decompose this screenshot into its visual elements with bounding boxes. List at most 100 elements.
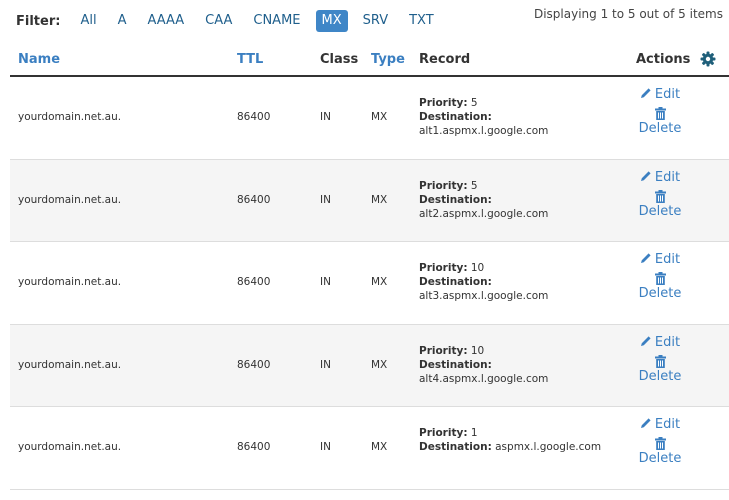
filter-caa[interactable]: CAA [199,10,238,32]
edit-button[interactable]: Edit [630,335,690,351]
filter-bar: Filter: All A AAAA CAA CNAME MX SRV TXT [16,8,449,34]
pencil-icon [640,88,651,98]
destination-label: Destination: [419,358,492,371]
edit-label: Edit [654,252,681,267]
trash-icon [654,272,666,285]
destination-label: Destination: [419,193,492,206]
priority-value: 1 [470,427,478,439]
trash-icon [654,107,666,120]
filter-label: Filter: [16,13,61,29]
filter-mx[interactable]: MX [315,10,348,32]
destination-label: Destination: [419,441,492,453]
gear-icon[interactable] [700,51,716,67]
pencil-icon [640,418,651,428]
record-type: MX [371,441,388,453]
table-row: yourdomain.net.au. 86400 IN MX Priority:… [10,324,729,407]
destination-value: alt3.aspmx.l.google.com [419,290,549,302]
trash-icon [654,354,666,368]
edit-button[interactable]: Edit [630,417,690,433]
record-value: Priority: 1 Destination: aspmx.l.google.… [419,426,609,454]
priority-value: 10 [470,344,485,357]
row-actions: Edit Delete [630,87,690,137]
column-header-actions: Actions [636,52,691,67]
delete-label: Delete [638,368,682,384]
row-actions: Edit Delete [630,335,690,385]
delete-label: Delete [638,286,682,301]
record-class: IN [320,193,331,206]
record-type: MX [371,111,388,123]
filter-txt[interactable]: TXT [403,10,440,32]
delete-button[interactable]: Delete [630,354,690,385]
table-row: yourdomain.net.au. 86400 IN MX Priority:… [10,407,729,490]
pencil-icon [640,253,651,263]
edit-label: Edit [654,417,681,432]
edit-button[interactable]: Edit [630,170,690,186]
record-value: Priority: 5 Destination: alt1.aspmx.l.go… [419,96,609,138]
column-header-name[interactable]: Name [18,52,60,67]
delete-label: Delete [638,121,682,136]
record-value: Priority: 10 Destination: alt3.aspmx.l.g… [419,261,609,303]
filter-aaaa[interactable]: AAAA [141,10,190,32]
delete-label: Delete [638,451,682,466]
delete-label: Delete [638,203,682,219]
display-info: Displaying 1 to 5 out of 5 items [533,7,723,21]
column-header-type[interactable]: Type [371,52,405,67]
record-ttl: 86400 [237,111,271,123]
record-ttl: 86400 [237,441,271,453]
destination-label: Destination: [419,276,492,288]
trash-icon [654,437,666,450]
record-type: MX [371,358,388,371]
column-header-record: Record [419,52,471,67]
record-value: Priority: 5 Destination: alt2.aspmx.l.go… [419,179,609,221]
record-value: Priority: 10 Destination: alt4.aspmx.l.g… [419,344,609,386]
edit-label: Edit [654,334,681,350]
destination-value: alt2.aspmx.l.google.com [419,207,549,220]
record-name: yourdomain.net.au. [18,111,122,123]
priority-label: Priority: [419,179,468,192]
pencil-icon [640,335,651,346]
record-class: IN [320,441,331,453]
priority-value: 10 [470,262,485,274]
record-type: MX [371,276,388,288]
delete-button[interactable]: Delete [630,272,690,302]
record-name: yourdomain.net.au. [18,193,122,206]
record-name: yourdomain.net.au. [18,276,122,288]
destination-value: aspmx.l.google.com [495,441,602,453]
record-ttl: 86400 [237,276,271,288]
delete-button[interactable]: Delete [630,437,690,467]
record-class: IN [320,276,331,288]
column-header-class: Class [320,52,359,67]
priority-label: Priority: [419,97,468,109]
row-actions: Edit Delete [630,417,690,467]
edit-label: Edit [654,169,681,185]
table-row: yourdomain.net.au. 86400 IN MX Priority:… [10,159,729,242]
priority-label: Priority: [419,344,468,357]
filter-all[interactable]: All [74,10,102,32]
priority-label: Priority: [419,262,468,274]
filter-a[interactable]: A [112,10,133,32]
table-body: yourdomain.net.au. 86400 IN MX Priority:… [10,77,729,490]
table-row: yourdomain.net.au. 86400 IN MX Priority:… [10,242,729,325]
filter-cname[interactable]: CNAME [247,10,306,32]
table-header: Name TTL Class Type Record Actions [10,44,729,77]
table-row: yourdomain.net.au. 86400 IN MX Priority:… [10,77,729,160]
record-class: IN [320,358,331,371]
trash-icon [654,189,666,203]
record-name: yourdomain.net.au. [18,358,122,371]
delete-button[interactable]: Delete [630,107,690,137]
pencil-icon [640,170,651,181]
destination-label: Destination: [419,111,492,123]
record-ttl: 86400 [237,358,271,371]
priority-label: Priority: [419,427,468,439]
edit-button[interactable]: Edit [630,87,690,103]
filter-srv[interactable]: SRV [357,10,394,32]
delete-button[interactable]: Delete [630,189,690,220]
record-ttl: 86400 [237,193,271,206]
destination-value: alt1.aspmx.l.google.com [419,125,549,137]
column-header-ttl[interactable]: TTL [237,52,263,67]
edit-label: Edit [654,87,681,102]
edit-button[interactable]: Edit [630,252,690,268]
destination-value: alt4.aspmx.l.google.com [419,372,549,385]
row-actions: Edit Delete [630,170,690,220]
priority-value: 5 [470,97,478,109]
